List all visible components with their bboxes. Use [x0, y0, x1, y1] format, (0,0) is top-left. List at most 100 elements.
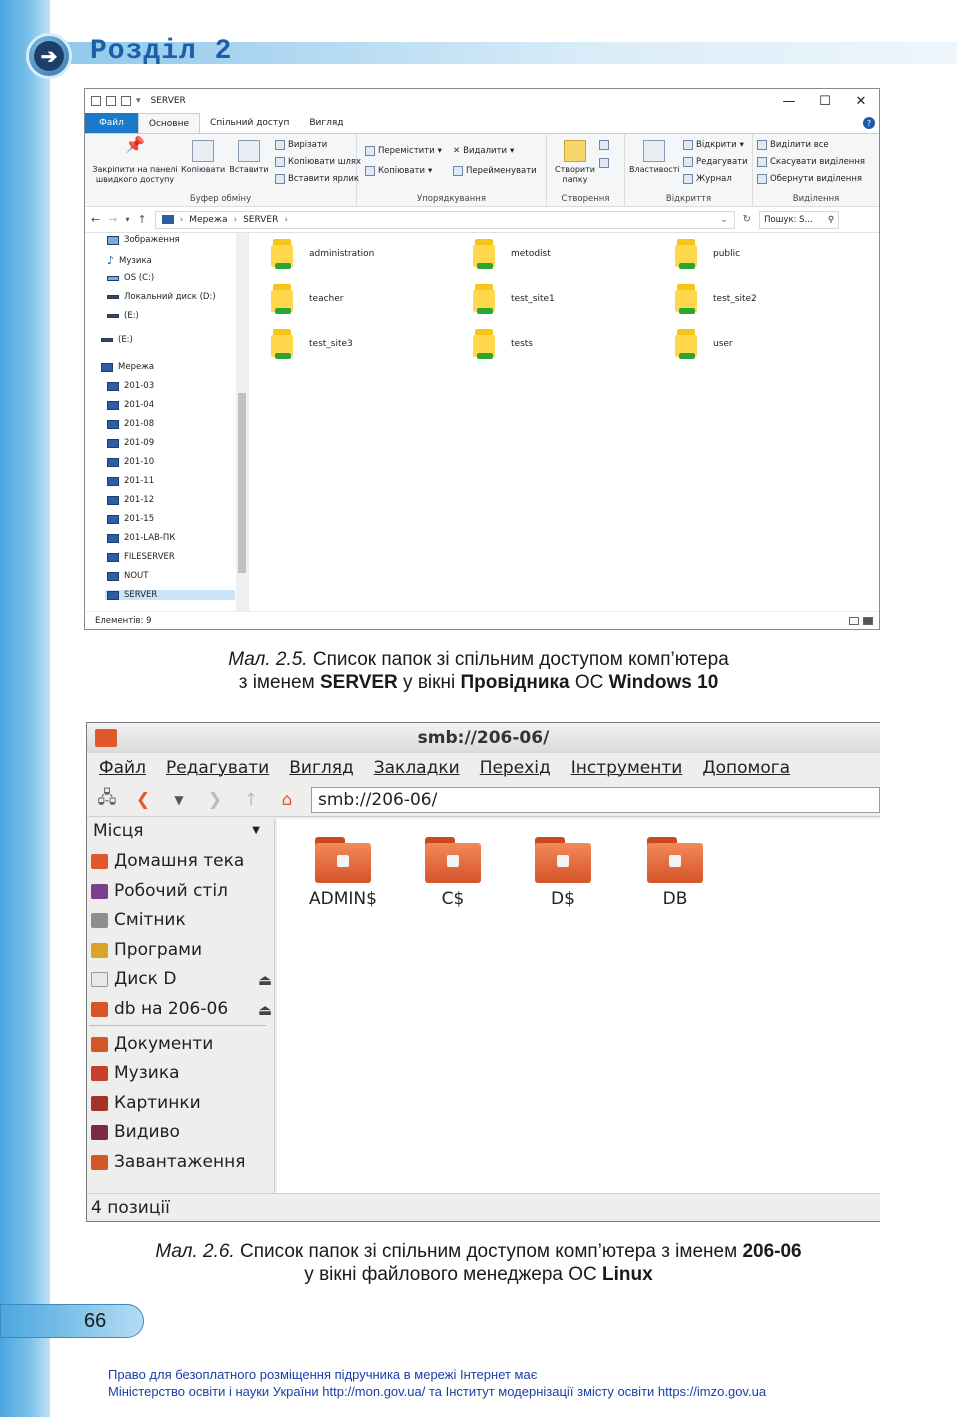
edit-button[interactable]: Редагувати	[683, 157, 748, 167]
share-item[interactable]: ADMIN$	[303, 837, 383, 909]
open-button[interactable]: Відкрити ▾	[683, 140, 744, 150]
tab-view[interactable]: Вигляд	[299, 113, 353, 133]
chevron-down-icon[interactable]: ▼	[252, 825, 260, 836]
search-input[interactable]: Пошук: S... ⚲	[759, 210, 840, 229]
place-desktop[interactable]: Робочий стіл	[91, 881, 228, 901]
recent-chevron-icon[interactable]: ▾	[125, 215, 129, 224]
nav-item-computer[interactable]: 201-10	[107, 457, 154, 467]
nav-item-drive-e-2[interactable]: (E:)	[101, 335, 133, 345]
pin-button[interactable]: 📌 Закріпити на панелі швидкого доступу	[89, 137, 181, 185]
places-header[interactable]: Місця	[93, 821, 144, 841]
nav-item-drive-e[interactable]: (E:)	[107, 311, 139, 321]
breadcrumb-server[interactable]: SERVER	[243, 215, 278, 225]
paste-button[interactable]: Вставити	[227, 140, 271, 175]
folder-item[interactable]: test_site1	[471, 284, 555, 314]
place-trash[interactable]: Смітник	[91, 910, 186, 930]
up-arrow-icon[interactable]: ↑	[239, 790, 263, 810]
chevron-down-icon[interactable]: ▾	[136, 96, 141, 106]
minimize-button[interactable]: —	[771, 89, 807, 113]
nav-item-computer[interactable]: 201-03	[107, 381, 154, 391]
history-button[interactable]: Журнал	[683, 174, 732, 184]
nav-item-music[interactable]: ♪ Музика	[107, 254, 152, 267]
tab-home[interactable]: Основне	[137, 113, 201, 133]
folder-item[interactable]: test_site3	[269, 329, 353, 359]
new-folder-icon[interactable]	[121, 96, 131, 106]
nav-item-computer[interactable]: FILESERVER	[107, 552, 175, 562]
select-all-button[interactable]: Виділити все	[757, 140, 829, 150]
move-to-button[interactable]: Перемістити ▾	[365, 146, 442, 156]
menu-tools[interactable]: Інструменти	[571, 758, 683, 778]
nav-item-computer[interactable]: 201-11	[107, 476, 154, 486]
folder-item[interactable]: user	[673, 329, 733, 359]
place-pictures[interactable]: Картинки	[91, 1093, 201, 1113]
address-bar[interactable]: › Мережа › SERVER › ⌄	[154, 210, 735, 229]
place-downloads[interactable]: Завантаження	[91, 1152, 245, 1172]
up-arrow-icon[interactable]: ↑	[137, 213, 146, 226]
nav-item-drive-c[interactable]: OS (C:)	[107, 273, 154, 283]
refresh-icon[interactable]: ↻	[743, 214, 751, 225]
share-item[interactable]: DB	[635, 837, 715, 909]
copy-button[interactable]: Копіювати	[181, 140, 225, 175]
place-music[interactable]: Музика	[91, 1063, 180, 1083]
back-arrow-icon[interactable]: ←	[91, 213, 100, 226]
delete-button[interactable]: ✕ Видалити ▾	[453, 146, 514, 156]
nav-item-computer[interactable]: 201-15	[107, 514, 154, 524]
place-drive-d[interactable]: Диск D	[91, 969, 176, 989]
home-icon[interactable]: ⌂	[275, 790, 299, 810]
nav-item-server[interactable]: SERVER	[105, 590, 235, 600]
easy-access-icon[interactable]	[599, 158, 609, 168]
network-computer-icon[interactable]: 🖧	[95, 785, 119, 814]
large-icons-view-icon[interactable]	[863, 616, 873, 625]
properties-icon[interactable]	[106, 96, 116, 106]
cut-button[interactable]: Вирізати	[275, 140, 327, 150]
folder-item[interactable]: public	[673, 239, 740, 269]
menu-file[interactable]: Файл	[99, 758, 146, 778]
nav-item-network[interactable]: Мережа	[101, 362, 154, 372]
nav-item-pictures[interactable]: Зображення	[107, 235, 180, 245]
folder-item[interactable]: test_site2	[673, 284, 757, 314]
folder-item[interactable]: teacher	[269, 284, 343, 314]
nav-item-computer[interactable]: 201-LAB-ПК	[107, 533, 175, 543]
chevron-down-icon[interactable]: ▼	[167, 793, 191, 807]
breadcrumb-network[interactable]: Мережа	[189, 215, 227, 225]
menu-bookmarks[interactable]: Закладки	[374, 758, 460, 778]
help-icon[interactable]: ?	[863, 117, 875, 129]
folder-item[interactable]: metodist	[471, 239, 551, 269]
place-network-share[interactable]: db на 206-06	[91, 999, 228, 1019]
back-arrow-icon[interactable]: ❮	[131, 790, 155, 810]
menu-edit[interactable]: Редагувати	[166, 758, 269, 778]
nav-item-computer[interactable]: 201-08	[107, 419, 154, 429]
place-home[interactable]: Домашня тека	[91, 851, 244, 871]
menu-view[interactable]: Вигляд	[289, 758, 354, 778]
folder-item[interactable]: administration	[269, 239, 374, 269]
properties-button[interactable]: Властивості	[629, 140, 680, 175]
chevron-down-icon[interactable]: ⌄	[720, 215, 728, 225]
details-view-icon[interactable]	[849, 616, 859, 625]
computer-icon[interactable]	[91, 96, 101, 106]
forward-arrow-icon[interactable]: →	[108, 213, 117, 226]
share-item[interactable]: D$	[523, 837, 603, 909]
tab-file[interactable]: Файл	[85, 113, 138, 133]
forward-arrow-icon[interactable]: ❯	[203, 790, 227, 810]
nav-item-drive-d[interactable]: Локальний диск (D:)	[107, 292, 216, 302]
folder-item[interactable]: tests	[471, 329, 533, 359]
nav-item-computer[interactable]: NOUT	[107, 571, 148, 581]
place-videos[interactable]: Видиво	[91, 1122, 180, 1142]
copy-to-button[interactable]: Копіювати ▾	[365, 166, 432, 176]
place-documents[interactable]: Документи	[91, 1034, 213, 1054]
maximize-button[interactable]: ☐	[807, 89, 843, 113]
close-button[interactable]: ✕	[843, 89, 879, 113]
new-folder-button[interactable]: Створити папку	[553, 140, 597, 185]
eject-icon[interactable]: ⏏	[258, 1001, 272, 1019]
menu-go[interactable]: Перехід	[480, 758, 551, 778]
select-none-button[interactable]: Скасувати виділення	[757, 157, 865, 167]
nav-item-computer[interactable]: 201-12	[107, 495, 154, 505]
nav-item-computer[interactable]: 201-09	[107, 438, 154, 448]
copy-path-button[interactable]: Копіювати шлях	[275, 157, 361, 167]
nav-scrollbar[interactable]	[236, 233, 248, 611]
place-applications[interactable]: Програми	[91, 940, 202, 960]
tab-share[interactable]: Спільний доступ	[200, 113, 299, 133]
menu-help[interactable]: Допомога	[702, 758, 790, 778]
new-item-icon[interactable]	[599, 140, 609, 150]
rename-button[interactable]: Перейменувати	[453, 166, 537, 176]
